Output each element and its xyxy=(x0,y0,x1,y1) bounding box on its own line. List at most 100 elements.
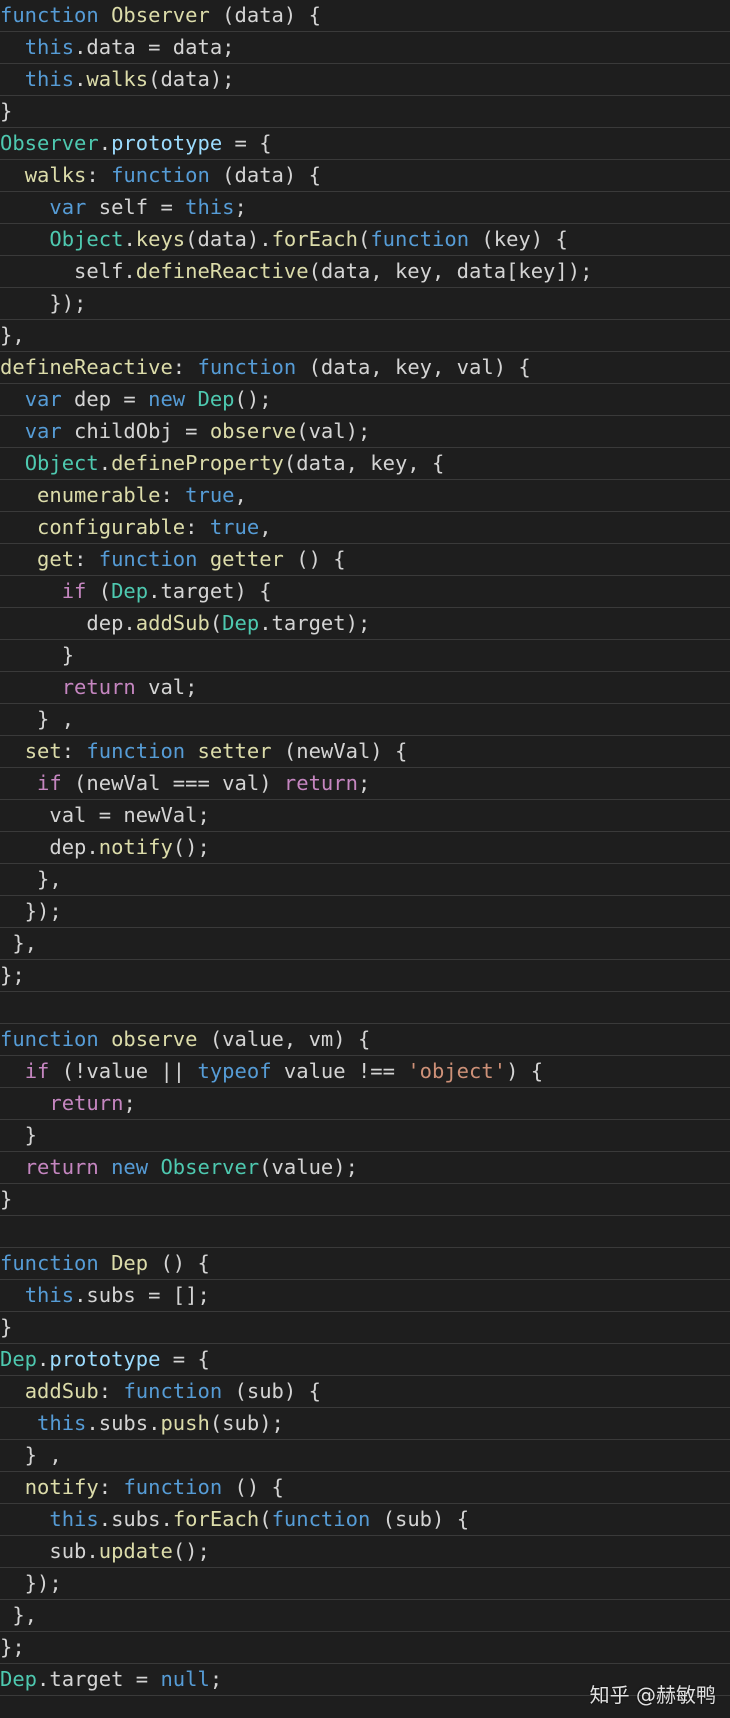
code-line: }); xyxy=(0,288,730,320)
code-token: prototype xyxy=(49,1347,161,1371)
code-line: this.data = data; xyxy=(0,32,730,64)
code-token: (data). xyxy=(185,227,272,251)
code-token: Object xyxy=(49,227,124,251)
code-token: = { xyxy=(222,131,272,155)
code-line xyxy=(0,992,730,1024)
code-token: (data) { xyxy=(209,3,321,27)
code-token: : xyxy=(172,355,198,379)
code-token: (); xyxy=(172,1539,210,1563)
code-token: val; xyxy=(135,675,198,699)
code-token: function xyxy=(0,1027,99,1051)
code-token: , xyxy=(259,515,272,539)
code-token: return xyxy=(49,1091,124,1115)
code-token: Object xyxy=(24,451,99,475)
code-token: walks xyxy=(86,67,149,91)
code-token: Observer xyxy=(0,131,99,155)
code-token: . xyxy=(74,67,87,91)
code-token: Dep xyxy=(0,1667,38,1691)
code-token: ; xyxy=(357,771,371,795)
code-token: : xyxy=(185,515,210,539)
code-token: new xyxy=(148,387,186,411)
code-token: }); xyxy=(0,291,87,315)
code-token: keys xyxy=(135,227,186,251)
code-token: : xyxy=(160,483,186,507)
code-token: this xyxy=(185,195,235,219)
code-token: this xyxy=(24,67,75,91)
code-token: (data, key, data[key]); xyxy=(308,259,593,283)
code-token: (val); xyxy=(296,419,371,443)
code-line: Observer.prototype = { xyxy=(0,128,730,160)
code-token: ; xyxy=(234,195,247,219)
code-line: } xyxy=(0,1312,730,1344)
code-line: } , xyxy=(0,704,730,736)
code-token: function xyxy=(111,163,210,187)
code-line: } , xyxy=(0,1440,730,1472)
code-token: (sub) { xyxy=(370,1507,470,1531)
code-token: }); xyxy=(0,899,62,923)
code-token: : xyxy=(61,739,87,763)
code-token: setter xyxy=(197,739,272,763)
code-line: }, xyxy=(0,1600,730,1632)
code-token: this xyxy=(49,1507,99,1531)
code-editor: function Observer (data) { this.data = d… xyxy=(0,0,730,1696)
code-token: ( xyxy=(357,227,371,251)
code-token: (key) { xyxy=(469,227,568,251)
code-token: sub. xyxy=(0,1539,99,1563)
code-token: } xyxy=(0,1187,13,1211)
code-line: }; xyxy=(0,960,730,992)
code-line: val = newVal; xyxy=(0,800,730,832)
code-line: sub.update(); xyxy=(0,1536,730,1568)
code-token: forEach xyxy=(271,227,358,251)
code-line: get: function getter () { xyxy=(0,544,730,576)
code-token: }; xyxy=(0,1635,25,1659)
code-token: this xyxy=(24,35,75,59)
code-token: childObj = xyxy=(61,419,210,443)
code-token: ; xyxy=(123,1091,136,1115)
code-token: function xyxy=(0,1251,99,1275)
code-line xyxy=(0,1216,730,1248)
code-token: defineReactive xyxy=(0,355,173,379)
code-line: addSub: function (sub) { xyxy=(0,1376,730,1408)
code-line: defineReactive: function (data, key, val… xyxy=(0,352,730,384)
code-line: var self = this; xyxy=(0,192,730,224)
code-line: return val; xyxy=(0,672,730,704)
code-token: : xyxy=(98,1379,124,1403)
code-token: defineProperty xyxy=(111,451,284,475)
code-line: walks: function (data) { xyxy=(0,160,730,192)
code-token: (newVal === val) xyxy=(61,771,284,795)
code-line: }, xyxy=(0,320,730,352)
code-token: Dep xyxy=(111,579,149,603)
code-token: configurable xyxy=(37,515,186,539)
code-token: function xyxy=(86,739,186,763)
code-token: val = newVal; xyxy=(0,803,210,827)
code-token: self = xyxy=(86,195,186,219)
code-token: .subs = []; xyxy=(74,1283,210,1307)
code-token: (newVal) { xyxy=(271,739,408,763)
code-token: (value); xyxy=(259,1155,358,1179)
code-line: } xyxy=(0,1184,730,1216)
code-line: Object.keys(data).forEach(function (key)… xyxy=(0,224,730,256)
code-token: notify xyxy=(98,835,173,859)
code-token: function xyxy=(370,227,470,251)
code-line: this.subs.push(sub); xyxy=(0,1408,730,1440)
code-line: } xyxy=(0,1120,730,1152)
code-token: ( xyxy=(209,611,223,635)
code-token: get xyxy=(37,547,75,571)
code-token: walks xyxy=(24,163,87,187)
code-line: function Dep () { xyxy=(0,1248,730,1280)
code-token: var xyxy=(24,387,62,411)
code-token: () { xyxy=(283,547,346,571)
